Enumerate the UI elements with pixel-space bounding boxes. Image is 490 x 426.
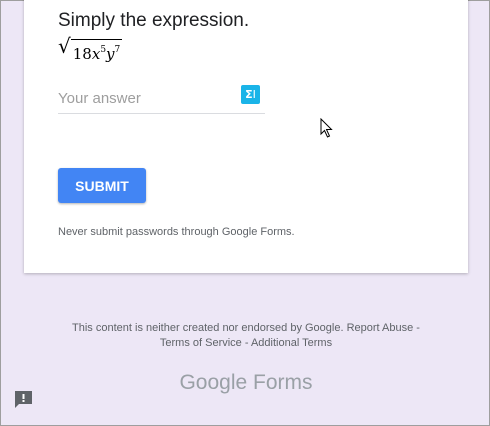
brand-forms: Forms (253, 371, 313, 394)
question-title: Simply the expression. (58, 10, 250, 31)
sigma-cursor-icon[interactable]: ΣI (241, 85, 260, 104)
exponent-y: 7 (114, 45, 121, 55)
coefficient: 18 (72, 45, 92, 63)
answer-field-wrapper (58, 85, 265, 114)
feedback-icon[interactable] (13, 389, 34, 410)
radical-sign: √ (58, 34, 71, 58)
footer-disclaimer: This content is neither created nor endo… (1, 321, 490, 351)
google-forms-logo[interactable]: Google Forms (1, 371, 490, 395)
form-card: Simply the expression. √ 18x5y7 ΣI SUBMI… (24, 0, 468, 273)
footer-line-2[interactable]: Terms of Service - Additional Terms (1, 336, 490, 351)
math-expression: √ 18x5y7 (58, 34, 123, 63)
variable-y: y (106, 45, 115, 63)
brand-google: Google (179, 371, 248, 394)
answer-input[interactable] (58, 85, 233, 107)
mouse-cursor-icon (320, 118, 333, 138)
submit-button[interactable]: SUBMIT (58, 168, 146, 203)
password-warning: Never submit passwords through Google Fo… (58, 226, 295, 238)
footer-line-1[interactable]: This content is neither created nor endo… (1, 321, 490, 336)
radicand: 18x5y7 (70, 39, 123, 63)
